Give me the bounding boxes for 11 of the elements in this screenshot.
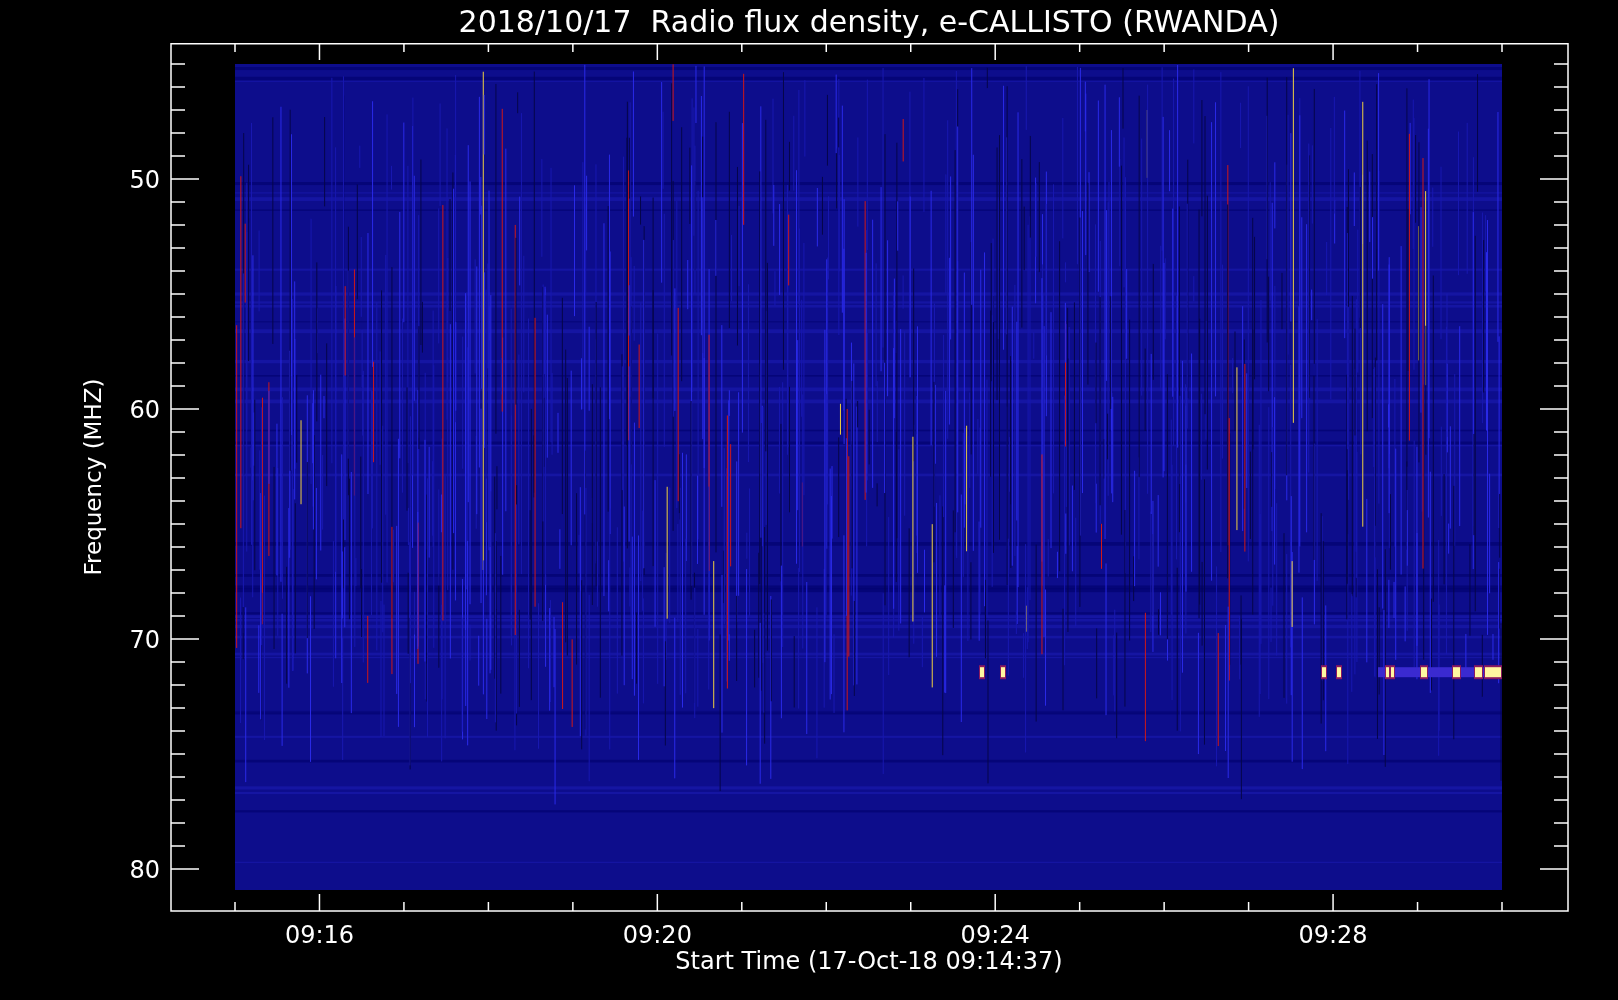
tick-label: 80 [129, 856, 160, 884]
tick-label: 70 [129, 626, 160, 654]
tick-label: 09:28 [1298, 921, 1368, 949]
tick-label: 09:24 [960, 921, 1030, 949]
axis-label: Start Time (17-Oct-18 09:14:37) [675, 947, 1063, 975]
tick-label: 60 [129, 396, 160, 424]
chart-title: 2018/10/17 Radio flux density, e-CALLISTO (RWANDA) [458, 6, 1280, 37]
tick-label: 09:16 [284, 921, 355, 949]
tick-label: 09:20 [622, 921, 692, 949]
axis-label: Frequency (MHZ) [80, 378, 106, 576]
tick-label: 50 [129, 166, 160, 194]
